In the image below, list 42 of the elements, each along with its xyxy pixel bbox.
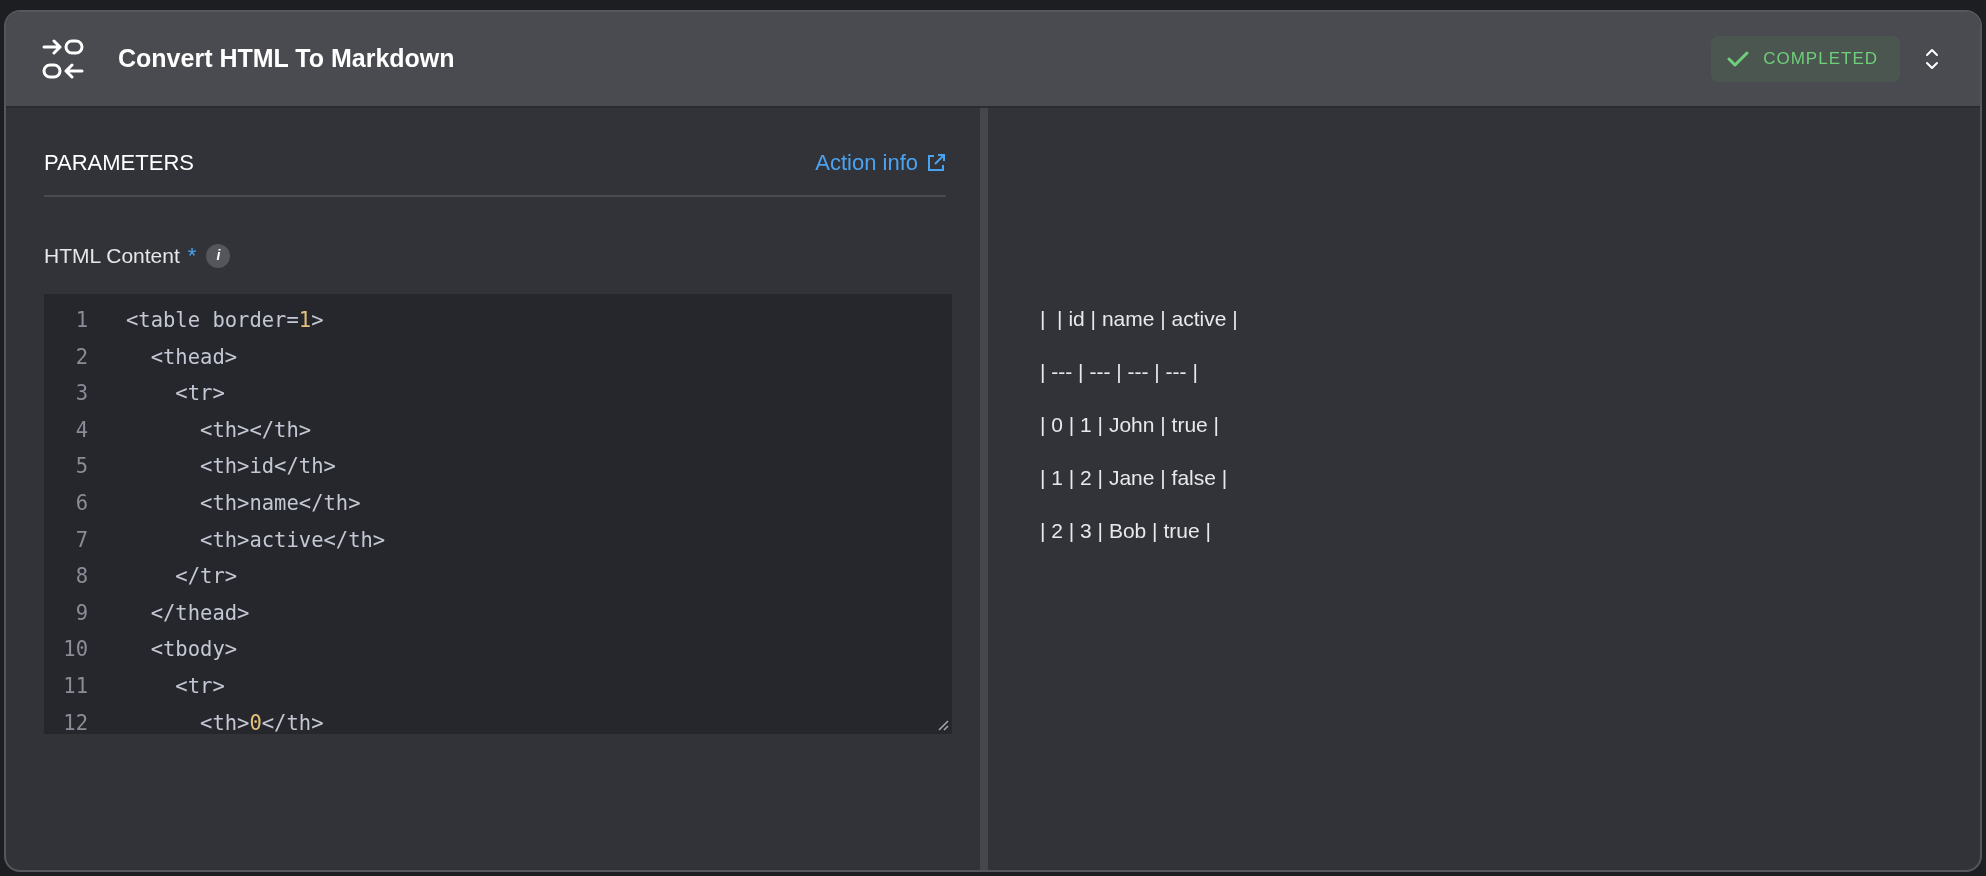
- markdown-line: | | id | name | active |: [1040, 306, 1239, 332]
- code-line: <tr>: [174, 380, 225, 408]
- line-number: 6: [74, 489, 88, 517]
- line-number: 7: [74, 526, 88, 554]
- line-number: 4: [74, 416, 88, 444]
- field-label: HTML Content: [44, 242, 180, 269]
- code-editor[interactable]: 1 <table border=1> 2 <thead> 3 <tr> 4 <th></th> 5 <th>id</th> 6 <th>name</th> 7 <th>active</th> 8 </tr> 9 </thead> 10 <tbody> 11 <tr> 12 <th>0</th>: [44, 294, 952, 734]
- code-line: <th>0</th>: [199, 709, 324, 734]
- line-number: 12: [62, 709, 88, 734]
- expand-collapse-icon[interactable]: [1924, 47, 1940, 71]
- convert-icon: [42, 39, 84, 79]
- line-number: 2: [74, 343, 88, 371]
- code-line: <th>name</th>: [199, 489, 361, 517]
- line-number: 3: [74, 380, 88, 408]
- line-number: 5: [74, 453, 88, 481]
- check-icon: [1727, 50, 1750, 68]
- resize-grip-icon[interactable]: [937, 719, 949, 731]
- line-number: 9: [74, 599, 88, 627]
- code-line: </tr>: [174, 563, 238, 591]
- status-badge: COMPLETED: [1711, 36, 1900, 82]
- line-number: 10: [62, 636, 88, 664]
- line-number: 11: [62, 672, 88, 700]
- code-line: <table border=1>: [126, 307, 324, 334]
- code-line: <th>id</th>: [199, 453, 336, 481]
- line-number: 8: [74, 563, 88, 591]
- required-asterisk: *: [187, 242, 197, 270]
- markdown-line: | --- | --- | --- | --- |: [1040, 359, 1199, 385]
- markdown-line: | 2 | 3 | Bob | true |: [1040, 518, 1212, 544]
- code-line: <thead>: [149, 343, 238, 371]
- line-number: 1: [74, 307, 88, 334]
- markdown-line: | 0 | 1 | John | true |: [1040, 412, 1221, 438]
- code-line: <th>active</th>: [199, 526, 386, 554]
- code-line: <tr>: [174, 672, 225, 700]
- code-line: </thead>: [149, 599, 250, 627]
- markdown-line: | 1 | 2 | Jane | false |: [1040, 465, 1229, 491]
- action-info-link[interactable]: Action info: [815, 146, 946, 179]
- info-icon[interactable]: i: [206, 243, 231, 268]
- section-heading: PARAMETERS: [44, 149, 194, 177]
- task-title: Convert HTML To Markdown: [118, 43, 455, 75]
- code-line: <th></th>: [199, 416, 312, 444]
- code-line: <tbody>: [149, 636, 238, 664]
- external-link-icon: [926, 152, 946, 173]
